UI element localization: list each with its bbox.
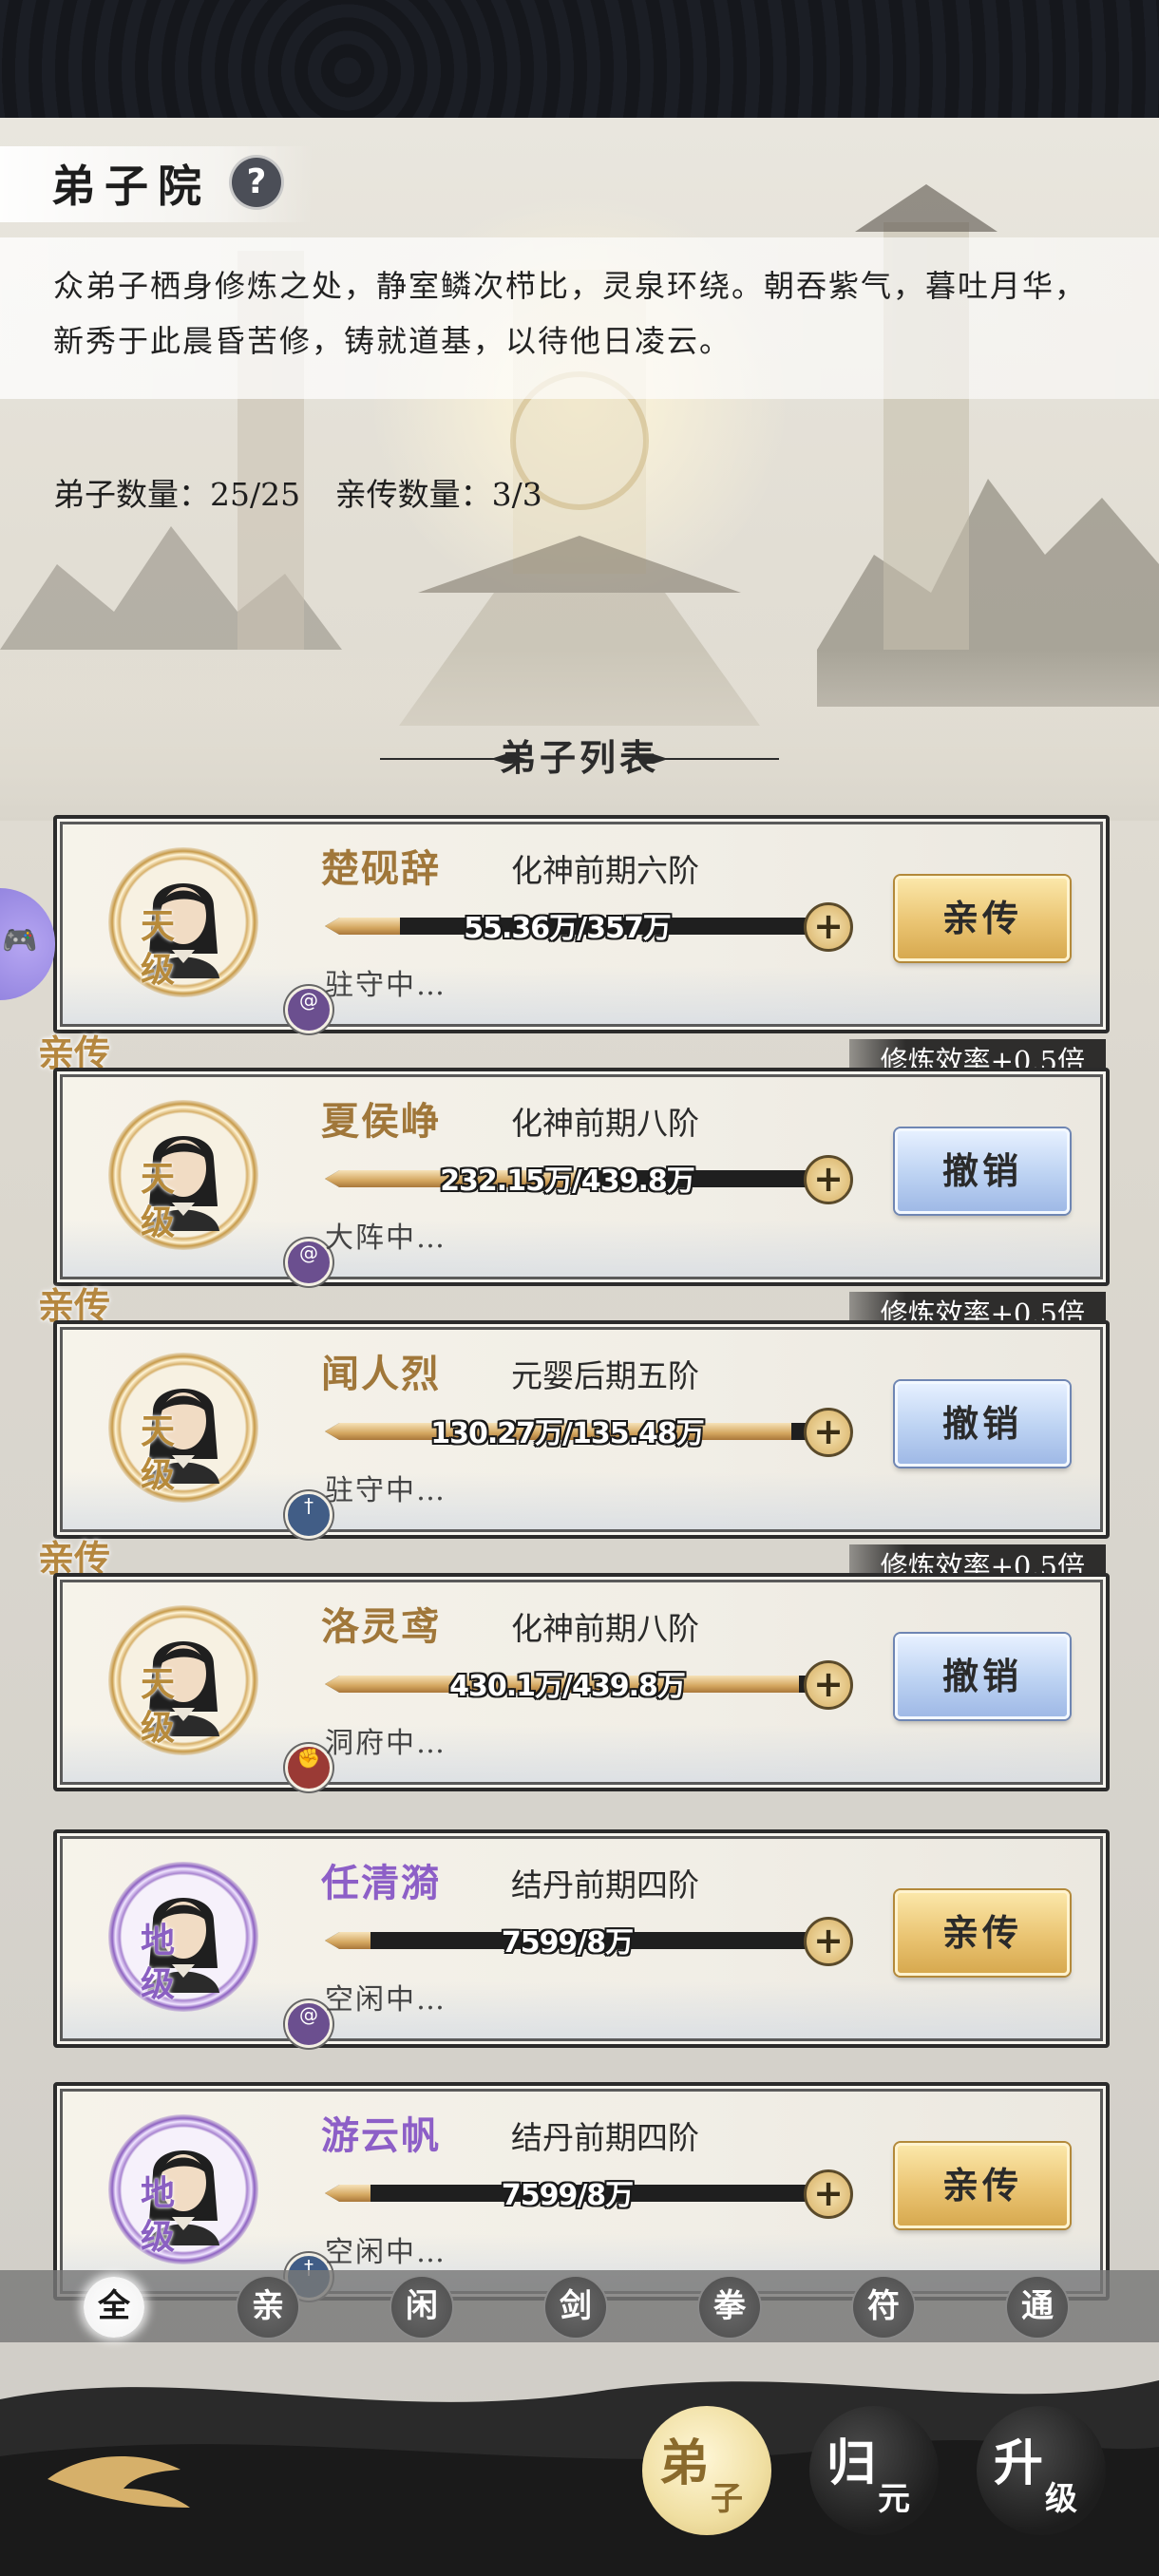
list-title-row: 弟子列表 xyxy=(0,731,1159,785)
rank-char: 级 xyxy=(140,1203,175,1242)
rank-char: 级 xyxy=(140,1455,175,1495)
status-text: 驻守中… xyxy=(325,1474,446,1507)
return-nav-button[interactable]: 归元 xyxy=(809,2406,939,2535)
nav-label-main: 弟 xyxy=(659,2434,710,2492)
disciple-name: 闻人烈 xyxy=(321,1352,441,1396)
progress-text: 7599/8万 xyxy=(501,2179,634,2212)
rank-char: 天 xyxy=(140,1664,175,1704)
status-bar-area xyxy=(0,0,1159,118)
cultivation-realm: 化神前期八阶 xyxy=(511,1610,699,1647)
revoke-button[interactable]: 撤销 xyxy=(895,1381,1070,1467)
gamepad-icon: 🎮 xyxy=(2,924,38,957)
counts-row: 弟子数量：25/25 亲传数量：3/3 xyxy=(53,469,567,515)
rank-char: 天 xyxy=(140,1411,175,1451)
disciple-name: 夏侯峥 xyxy=(321,1099,441,1144)
nav-label-sub: 级 xyxy=(1045,2480,1077,2518)
progress-text: 130.27万/135.48万 xyxy=(430,1417,705,1450)
revoke-button[interactable]: 撤销 xyxy=(895,1128,1070,1214)
rank-label: 天级 xyxy=(137,1662,179,1750)
rank-label: 天级 xyxy=(137,1157,179,1244)
rank-label: 天级 xyxy=(137,904,179,992)
filter-button-0[interactable]: 全 xyxy=(84,2277,144,2338)
rank-char: 地 xyxy=(140,1921,175,1960)
nav-label-main: 升 xyxy=(994,2434,1044,2492)
filter-button-1[interactable]: 亲 xyxy=(238,2277,298,2338)
progress-text: 55.36万/357万 xyxy=(464,912,671,945)
rank-label: 地级 xyxy=(137,1919,179,2006)
cultivation-realm: 结丹前期四阶 xyxy=(511,1866,699,1904)
status-text: 驻守中… xyxy=(325,969,446,1002)
rank-label: 天级 xyxy=(137,1410,179,1497)
rank-char: 级 xyxy=(140,1964,175,2004)
nav-label-sub: 子 xyxy=(711,2480,743,2518)
disciple-name: 任清漪 xyxy=(321,1861,441,1905)
cultivation-realm: 化神前期六阶 xyxy=(511,852,699,889)
make-direct-button[interactable]: 亲传 xyxy=(895,1890,1070,1976)
rank-char: 级 xyxy=(140,950,175,990)
disciple-nav-button[interactable]: 弟子 xyxy=(642,2406,771,2535)
avatar[interactable]: 天级 † xyxy=(108,1353,332,1539)
add-cultivation-button[interactable]: + xyxy=(804,902,853,952)
help-icon[interactable]: ? xyxy=(232,158,281,207)
disciple-count: 弟子数量：25/25 xyxy=(53,476,301,513)
disciple-name: 洛灵鸢 xyxy=(321,1604,441,1649)
disciple-card[interactable]: 天级 @ 楚砚辞 化神前期六阶 55.36万/357万 + 驻守中… 亲传 xyxy=(53,815,1110,1033)
avatar[interactable]: 天级 @ xyxy=(108,1100,332,1286)
upgrade-nav-button[interactable]: 升级 xyxy=(977,2406,1106,2535)
add-cultivation-button[interactable]: + xyxy=(804,2169,853,2219)
status-text: 大阵中… xyxy=(325,1222,446,1255)
add-cultivation-button[interactable]: + xyxy=(804,1917,853,1966)
disciple-card[interactable]: 地级 @ 任清漪 结丹前期四阶 7599/8万 + 空闲中… 亲传 xyxy=(53,1829,1110,2048)
filter-button-5[interactable]: 符 xyxy=(853,2277,914,2338)
rank-char: 天 xyxy=(140,1159,175,1199)
filter-button-2[interactable]: 闲 xyxy=(391,2277,452,2338)
add-cultivation-button[interactable]: + xyxy=(804,1155,853,1204)
disciple-name: 游云帆 xyxy=(321,2113,441,2158)
add-cultivation-button[interactable]: + xyxy=(804,1408,853,1457)
nav-label-main: 归 xyxy=(826,2434,877,2492)
page-title: 弟子院 xyxy=(51,161,211,212)
disciple-card[interactable]: 天级 † 闻人烈 元婴后期五阶 130.27万/135.48万 + 驻守中… 撤销 xyxy=(53,1320,1110,1539)
cultivation-realm: 结丹前期四阶 xyxy=(511,2119,699,2156)
disciple-card[interactable]: 天级 ✊ 洛灵鸢 化神前期八阶 430.1万/439.8万 + 洞府中… 撤销 xyxy=(53,1573,1110,1791)
rank-char: 级 xyxy=(140,1708,175,1748)
cultivation-realm: 化神前期八阶 xyxy=(511,1105,699,1142)
avatar[interactable]: 地级 @ xyxy=(108,1862,332,2048)
disciple-name: 楚砚辞 xyxy=(321,846,441,891)
revoke-button[interactable]: 撤销 xyxy=(895,1634,1070,1719)
avatar[interactable]: 天级 ✊ xyxy=(108,1605,332,1791)
progress-text: 232.15万/439.8万 xyxy=(440,1165,695,1198)
progress-text: 430.1万/439.8万 xyxy=(449,1670,686,1703)
status-text: 洞府中… xyxy=(325,1727,446,1760)
filter-button-3[interactable]: 剑 xyxy=(545,2277,606,2338)
rank-char: 级 xyxy=(140,2217,175,2257)
sect-glyph: ✊ xyxy=(296,1747,321,1770)
add-cultivation-button[interactable]: + xyxy=(804,1660,853,1710)
make-direct-button[interactable]: 亲传 xyxy=(895,2143,1070,2228)
nav-label-sub: 元 xyxy=(878,2480,910,2518)
status-text: 空闲中… xyxy=(325,2236,446,2269)
disciple-card[interactable]: 天级 @ 夏侯峥 化神前期八阶 232.15万/439.8万 + 大阵中… 撤销 xyxy=(53,1068,1110,1286)
sect-glyph: † xyxy=(304,1494,314,1517)
cultivation-realm: 元婴后期五阶 xyxy=(511,1357,699,1394)
filter-button-6[interactable]: 通 xyxy=(1007,2277,1068,2338)
status-text: 空闲中… xyxy=(325,1983,446,2017)
progress-text: 7599/8万 xyxy=(501,1926,634,1960)
description-text: 众弟子栖身修炼之处，静室鳞次栉比，灵泉环绕。朝吞紫气，暮吐月华，新秀于此晨昏苦修… xyxy=(53,268,1088,359)
direct-count: 亲传数量：3/3 xyxy=(334,476,542,513)
make-direct-button[interactable]: 亲传 xyxy=(895,876,1070,961)
ink-brush-icon xyxy=(48,2456,190,2508)
sect-glyph: @ xyxy=(299,989,318,1012)
rank-label: 地级 xyxy=(137,2171,179,2259)
avatar[interactable]: 天级 @ xyxy=(108,847,332,1033)
sect-glyph: @ xyxy=(299,2003,318,2026)
avatar[interactable]: 地级 † xyxy=(108,2114,332,2301)
sect-glyph: @ xyxy=(299,1241,318,1264)
filter-button-4[interactable]: 拳 xyxy=(699,2277,760,2338)
disciple-card[interactable]: 地级 † 游云帆 结丹前期四阶 7599/8万 + 空闲中… 亲传 xyxy=(53,2082,1110,2301)
rank-char: 天 xyxy=(140,906,175,946)
rank-char: 地 xyxy=(140,2173,175,2213)
title-ornament-right xyxy=(633,754,779,764)
